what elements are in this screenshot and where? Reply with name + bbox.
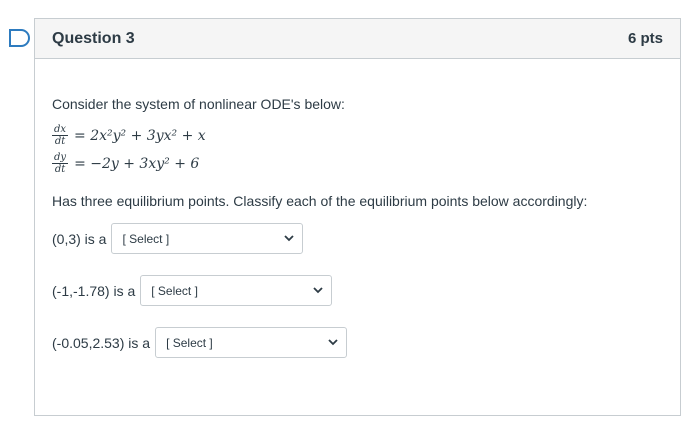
answer-label: (-0.05,2.53) is a <box>52 334 151 351</box>
derivative-dx-dt: dx dt <box>52 124 69 147</box>
answer-row: (-0.05,2.53) is a [ Select ] <box>52 327 348 358</box>
equation-1: dx dt = 2x²y² + 3yx² + x <box>52 124 206 147</box>
question-header: Question 3 6 pts <box>35 19 680 59</box>
eq1-numerator: dx <box>52 124 69 136</box>
question-card: Question 3 6 pts Consider the system of … <box>34 18 681 416</box>
answer-label: (-1,-1.78) is a <box>52 282 136 299</box>
eq1-denominator: dt <box>54 136 66 147</box>
answer-label: (0,3) is a <box>52 230 107 247</box>
question-title: Question 3 <box>52 29 135 47</box>
select-value: [ Select ] <box>166 335 213 350</box>
question-points: 6 pts <box>627 30 663 47</box>
select-value: [ Select ] <box>151 283 198 298</box>
chevron-down-icon <box>284 235 295 242</box>
classification-select[interactable]: [ Select ] <box>111 223 304 254</box>
select-value: [ Select ] <box>122 231 170 246</box>
chevron-down-icon <box>313 287 323 294</box>
eq2-numerator: dy <box>52 152 69 164</box>
question-intro: Consider the system of nonlinear ODE's b… <box>52 96 345 112</box>
classification-select[interactable]: [ Select ] <box>140 275 333 306</box>
eq2-denominator: dt <box>54 164 66 175</box>
question-instruction: Has three equilibrium points. Classify e… <box>52 193 588 209</box>
flag-question-icon[interactable] <box>8 28 30 48</box>
derivative-dy-dt: dy dt <box>52 152 69 175</box>
equation-2: dy dt = −2y + 3xy² + 6 <box>52 152 199 175</box>
classification-select[interactable]: [ Select ] <box>155 327 348 358</box>
answer-row: (0,3) is a [ Select ] <box>52 223 304 254</box>
eq2-rhs: = −2y + 3xy² + 6 <box>74 155 200 172</box>
answer-row: (-1,-1.78) is a [ Select ] <box>52 275 333 306</box>
chevron-down-icon <box>328 339 338 346</box>
eq1-rhs: = 2x²y² + 3yx² + x <box>74 127 206 144</box>
